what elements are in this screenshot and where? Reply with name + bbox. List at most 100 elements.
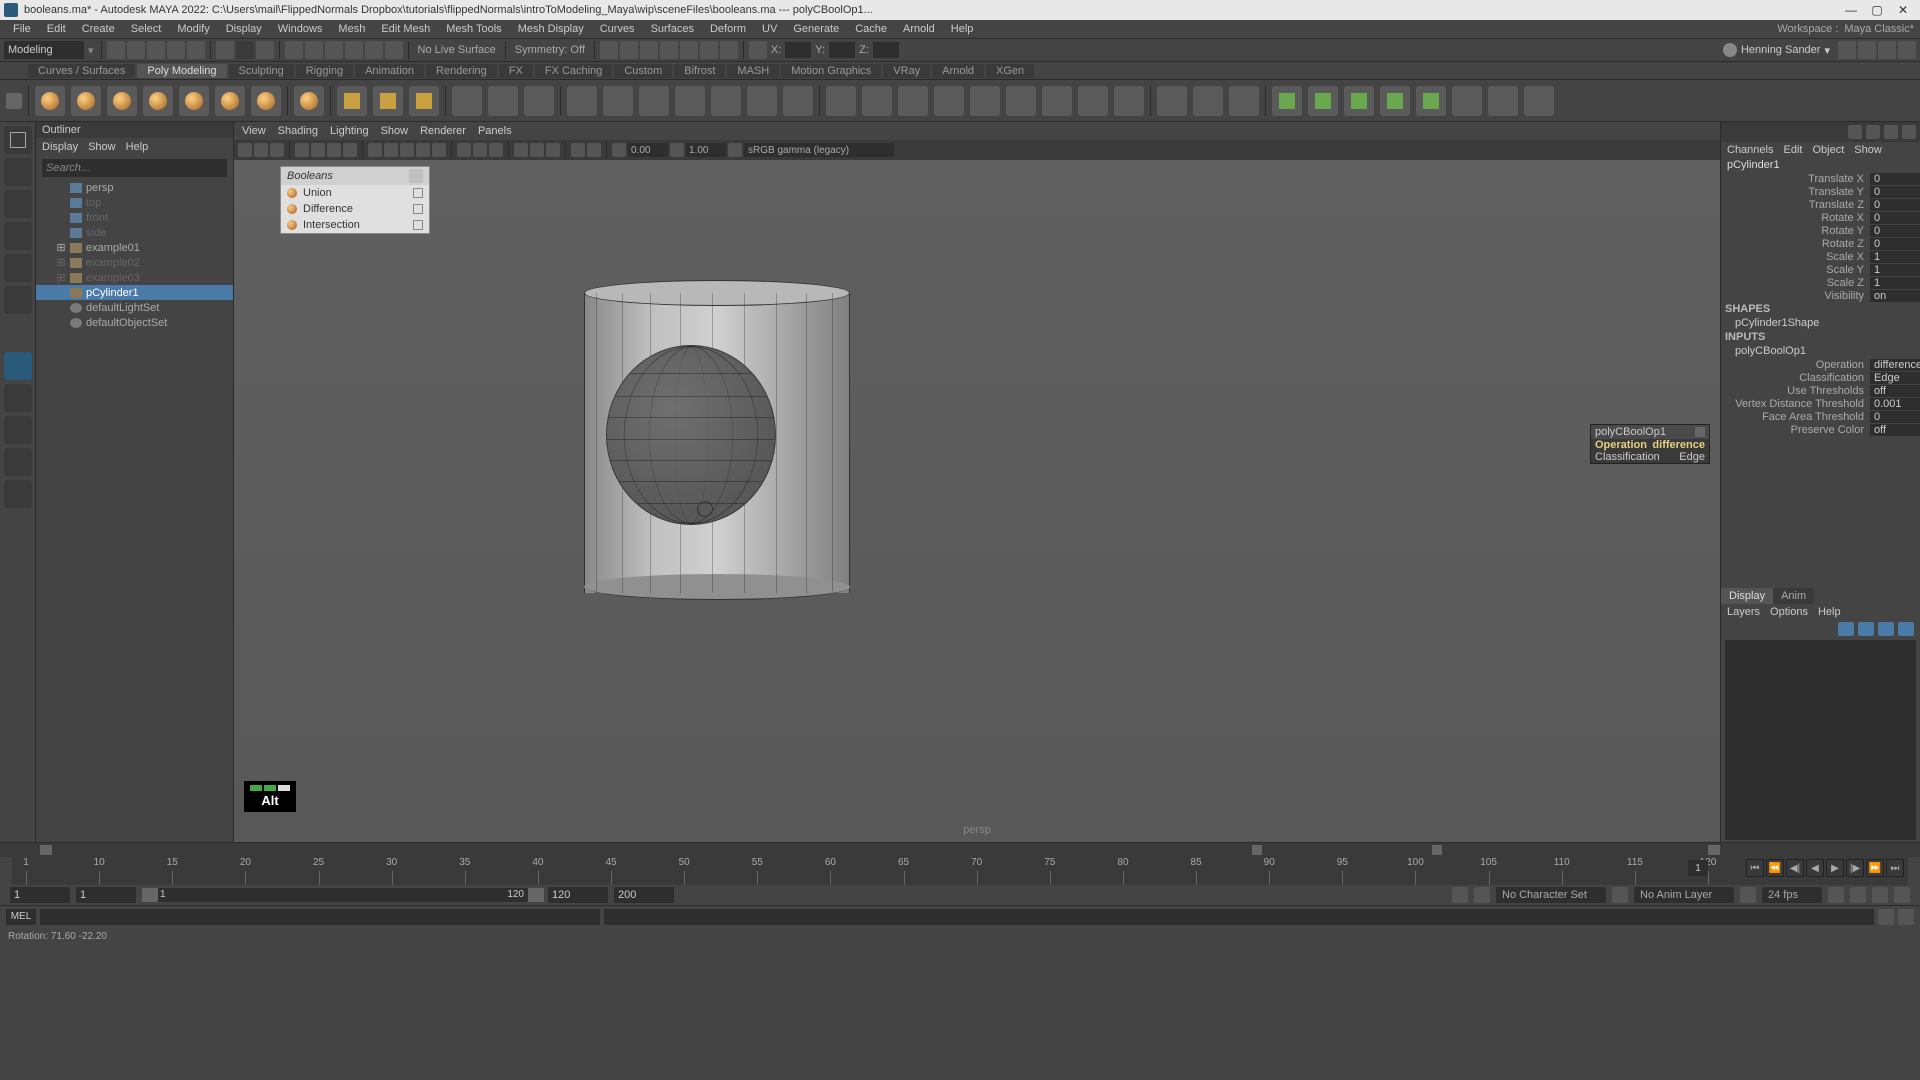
anim-layer-dropdown[interactable]: No Anim Layer [1634,887,1734,903]
outliner-item-defaultLightSet[interactable]: defaultLightSet [36,300,233,315]
panel-menu-show[interactable]: Show [381,125,409,137]
outliner-menu-help[interactable]: Help [126,141,149,153]
outliner-item-example01[interactable]: ⊞example01 [36,240,233,255]
near-field[interactable]: 0.00 [628,143,668,157]
render-globe-icon[interactable] [680,41,698,59]
outliner-item-side[interactable]: side [36,225,233,240]
toggle-timeline-icon[interactable] [1898,41,1916,59]
shelf-tab-sculpting[interactable]: Sculpting [229,64,294,78]
history-icon[interactable] [600,41,618,59]
bool-difference[interactable]: Difference [281,201,429,217]
layers-list[interactable] [1725,640,1916,840]
undo-icon[interactable] [167,41,185,59]
menu-surfaces[interactable]: Surfaces [644,22,701,36]
step-back-button[interactable]: ◀| [1786,859,1804,877]
bool-popup-close-icon[interactable] [409,169,423,183]
viewport[interactable]: Booleans Union Difference Intersection [234,160,1720,842]
scroll-left-icon[interactable] [40,845,52,855]
attribute-editor-icon[interactable] [1848,125,1862,139]
mirror-icon[interactable] [711,86,741,116]
soften-icon[interactable] [1380,86,1410,116]
play-back-button[interactable]: ◀ [1806,859,1824,877]
hud-close-icon[interactable] [1695,427,1705,437]
user-account[interactable]: Henning Sander ▾ [1717,43,1836,57]
menu-mesh[interactable]: Mesh [331,22,372,36]
attr-value[interactable]: 0 [1870,238,1920,250]
outliner-item-top[interactable]: top [36,195,233,210]
attr-value[interactable]: 0 [1870,411,1920,423]
menu-mesh-tools[interactable]: Mesh Tools [439,22,508,36]
ao-icon[interactable] [514,143,528,157]
audio-icon[interactable] [1850,887,1866,903]
textured-icon[interactable] [400,143,414,157]
lasso-icon[interactable] [236,41,254,59]
motion-blur-icon[interactable] [530,143,544,157]
sweep-icon[interactable] [452,86,482,116]
bevel-icon[interactable] [898,86,928,116]
combine-icon[interactable] [567,86,597,116]
shelf-tab-polymodeling[interactable]: Poly Modeling [137,64,226,78]
cb-node-name[interactable]: pCylinder1 [1721,158,1920,172]
panel-menu-panels[interactable]: Panels [478,125,512,137]
outliner-item-front[interactable]: front [36,210,233,225]
attr-label[interactable]: Use Thresholds [1721,385,1870,397]
cb-menu-channels[interactable]: Channels [1727,144,1773,156]
save-scene-icon[interactable] [147,41,165,59]
select-mode-icon[interactable] [216,41,234,59]
boolean-icon[interactable] [675,86,705,116]
expand-icon[interactable]: ⊞ [56,271,66,284]
image-plane-icon[interactable] [270,143,284,157]
normals-icon[interactable] [1416,86,1446,116]
move-tool[interactable] [4,222,32,250]
cb-menu-show[interactable]: Show [1854,144,1882,156]
outliner-item-example02[interactable]: ⊞example02 [36,255,233,270]
attr-label[interactable]: Rotate Z [1721,238,1870,250]
poly-plane-icon[interactable] [215,86,245,116]
rotate-tool[interactable] [4,254,32,282]
attr-value[interactable]: 0 [1870,173,1920,185]
menu-windows[interactable]: Windows [271,22,330,36]
cmd-input[interactable] [40,909,600,925]
attr-label[interactable]: Translate X [1721,173,1870,185]
panel-menu-view[interactable]: View [242,125,266,137]
menu-select[interactable]: Select [124,22,169,36]
menu-generate[interactable]: Generate [786,22,846,36]
sculpt-icon[interactable] [1524,86,1554,116]
isolate-icon[interactable] [457,143,471,157]
attr-value[interactable]: 1 [1870,264,1920,276]
hud-class-value[interactable]: Edge [1679,451,1705,463]
hud-op-value[interactable]: difference [1652,439,1705,451]
key-icon[interactable] [1474,887,1490,903]
shelf-tab-rigging[interactable]: Rigging [296,64,353,78]
layout-four-icon[interactable] [4,384,32,412]
attr-value[interactable]: 0 [1870,199,1920,211]
time-slider[interactable]: 1101520253035404550556065707580859095100… [12,857,1908,885]
attr-value[interactable]: difference [1870,359,1920,371]
modeling-toolkit-icon[interactable] [1902,125,1916,139]
attr-label[interactable]: Operation [1721,359,1870,371]
crease-icon[interactable] [1272,86,1302,116]
menu-edit[interactable]: Edit [40,22,73,36]
poly-cone-icon[interactable] [143,86,173,116]
attr-label[interactable]: Vertex Distance Threshold [1721,398,1870,410]
shelf-tab-bifrost[interactable]: Bifrost [674,64,725,78]
poly-sphere-icon[interactable] [35,86,65,116]
layout-custom-icon[interactable] [4,448,32,476]
film-gate-icon[interactable] [311,143,325,157]
new-scene-icon[interactable] [107,41,125,59]
shelf-options-icon[interactable] [6,93,22,109]
harden-icon[interactable] [1344,86,1374,116]
close-button[interactable]: ✕ [1890,1,1916,19]
attr-label[interactable]: Visibility [1721,290,1870,302]
cb-menu-edit[interactable]: Edit [1783,144,1802,156]
outliner-item-defaultObjectSet[interactable]: defaultObjectSet [36,315,233,330]
menu-arnold[interactable]: Arnold [896,22,942,36]
attr-label[interactable]: Classification [1721,372,1870,384]
menu-edit-mesh[interactable]: Edit Mesh [374,22,437,36]
range-handle-right[interactable] [528,888,544,902]
outliner-item-example03[interactable]: ⊞example03 [36,270,233,285]
snap-point-icon[interactable] [325,41,343,59]
attr-label[interactable]: Translate Z [1721,199,1870,211]
shelf-tab-motiongraphics[interactable]: Motion Graphics [781,64,881,78]
shelf-tab-rendering[interactable]: Rendering [426,64,497,78]
